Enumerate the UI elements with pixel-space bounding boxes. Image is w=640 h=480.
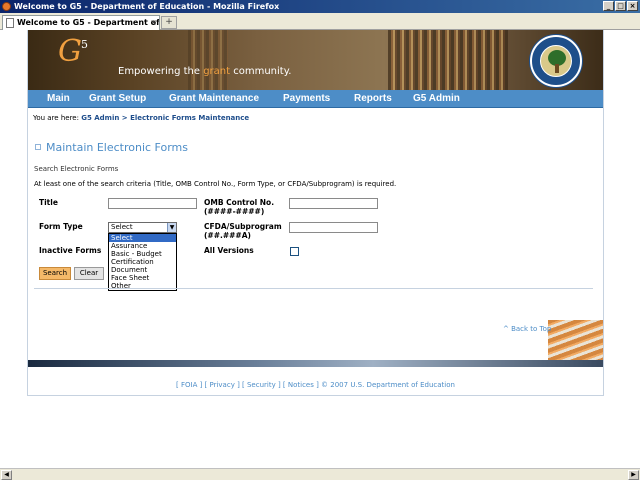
section-subtitle: Search Electronic Forms <box>34 165 119 173</box>
footer-links[interactable]: [ FOIA ] [ Privacy ] [ Security ] [ Noti… <box>28 381 603 389</box>
dropdown-option[interactable]: Face Sheet <box>109 274 176 282</box>
form-type-dropdown-list: Select Assurance Basic - Budget Certific… <box>108 233 177 291</box>
horizontal-scrollbar[interactable]: ◀ ▶ <box>0 468 640 480</box>
scroll-left-icon[interactable]: ◀ <box>1 470 12 480</box>
all-versions-label: All Versions <box>204 246 254 255</box>
maximize-button[interactable]: □ <box>615 1 626 11</box>
dropdown-option[interactable]: Assurance <box>109 242 176 250</box>
page-viewport: G5 Empowering the grant community. Main … <box>0 30 640 468</box>
minimize-button[interactable]: _ <box>603 1 614 11</box>
browser-tab[interactable]: Welcome to G5 - Department of Educ... × <box>2 15 160 30</box>
nav-grant-maintenance[interactable]: Grant Maintenance <box>169 90 259 108</box>
search-button[interactable]: Search <box>39 267 71 280</box>
nav-reports[interactable]: Reports <box>354 90 392 108</box>
chevron-down-icon[interactable]: ▼ <box>167 223 176 232</box>
omb-label: OMB Control No. (####-####) <box>204 198 275 216</box>
dropdown-option[interactable]: Basic - Budget <box>109 250 176 258</box>
breadcrumb: You are here: G5 Admin > Electronic Form… <box>33 114 250 122</box>
close-window-button[interactable]: × <box>627 1 638 11</box>
form-type-select[interactable]: Select ▼ <box>108 222 177 233</box>
tab-close-icon[interactable]: × <box>150 16 157 29</box>
title-input[interactable] <box>108 198 197 209</box>
omb-control-input[interactable] <box>289 198 378 209</box>
all-versions-checkbox[interactable] <box>290 247 299 256</box>
cfda-label: CFDA/Subprogram (##.###A) <box>204 222 282 240</box>
classroom-image <box>548 320 603 360</box>
nav-main[interactable]: Main <box>47 90 70 108</box>
page-title: Maintain Electronic Forms <box>35 141 188 154</box>
window-title: Welcome to G5 - Department of Education … <box>14 2 280 11</box>
clear-button[interactable]: Clear <box>74 267 104 280</box>
breadcrumb-link[interactable]: G5 Admin > Electronic Forms Maintenance <box>81 114 249 122</box>
cfda-input[interactable] <box>289 222 378 233</box>
browser-tabbar: Welcome to G5 - Department of Educ... × … <box>0 13 640 30</box>
dropdown-option[interactable]: Document <box>109 266 176 274</box>
page-icon <box>6 18 14 28</box>
inactive-forms-label: Inactive Forms <box>39 246 102 255</box>
divider <box>34 288 593 289</box>
nav-grant-setup[interactable]: Grant Setup <box>89 90 146 108</box>
site-banner: G5 Empowering the grant community. <box>28 30 603 90</box>
form-type-label: Form Type <box>39 222 83 231</box>
window-titlebar: Welcome to G5 - Department of Education … <box>0 0 640 13</box>
title-label: Title <box>39 198 58 207</box>
tab-title: Welcome to G5 - Department of Educ... <box>17 18 160 27</box>
dropdown-option[interactable]: Select <box>109 234 176 242</box>
department-seal-icon <box>530 35 582 87</box>
footer-band <box>28 360 603 367</box>
dropdown-option[interactable]: Certification <box>109 258 176 266</box>
scroll-right-icon[interactable]: ▶ <box>628 470 639 480</box>
site-tagline: Empowering the grant community. <box>118 66 292 77</box>
new-tab-button[interactable]: + <box>161 16 177 29</box>
title-bullet-icon <box>35 144 41 150</box>
nav-payments[interactable]: Payments <box>283 90 330 108</box>
g5-logo[interactable]: G5 <box>58 34 88 69</box>
back-to-top-link[interactable]: ^ Back to Top <box>503 325 551 333</box>
search-criteria-note: At least one of the search criteria (Tit… <box>34 180 397 188</box>
main-nav: Main Grant Setup Grant Maintenance Payme… <box>28 90 603 108</box>
page-container: G5 Empowering the grant community. Main … <box>27 30 604 396</box>
firefox-icon <box>2 2 11 11</box>
nav-g5-admin[interactable]: G5 Admin <box>413 90 460 108</box>
